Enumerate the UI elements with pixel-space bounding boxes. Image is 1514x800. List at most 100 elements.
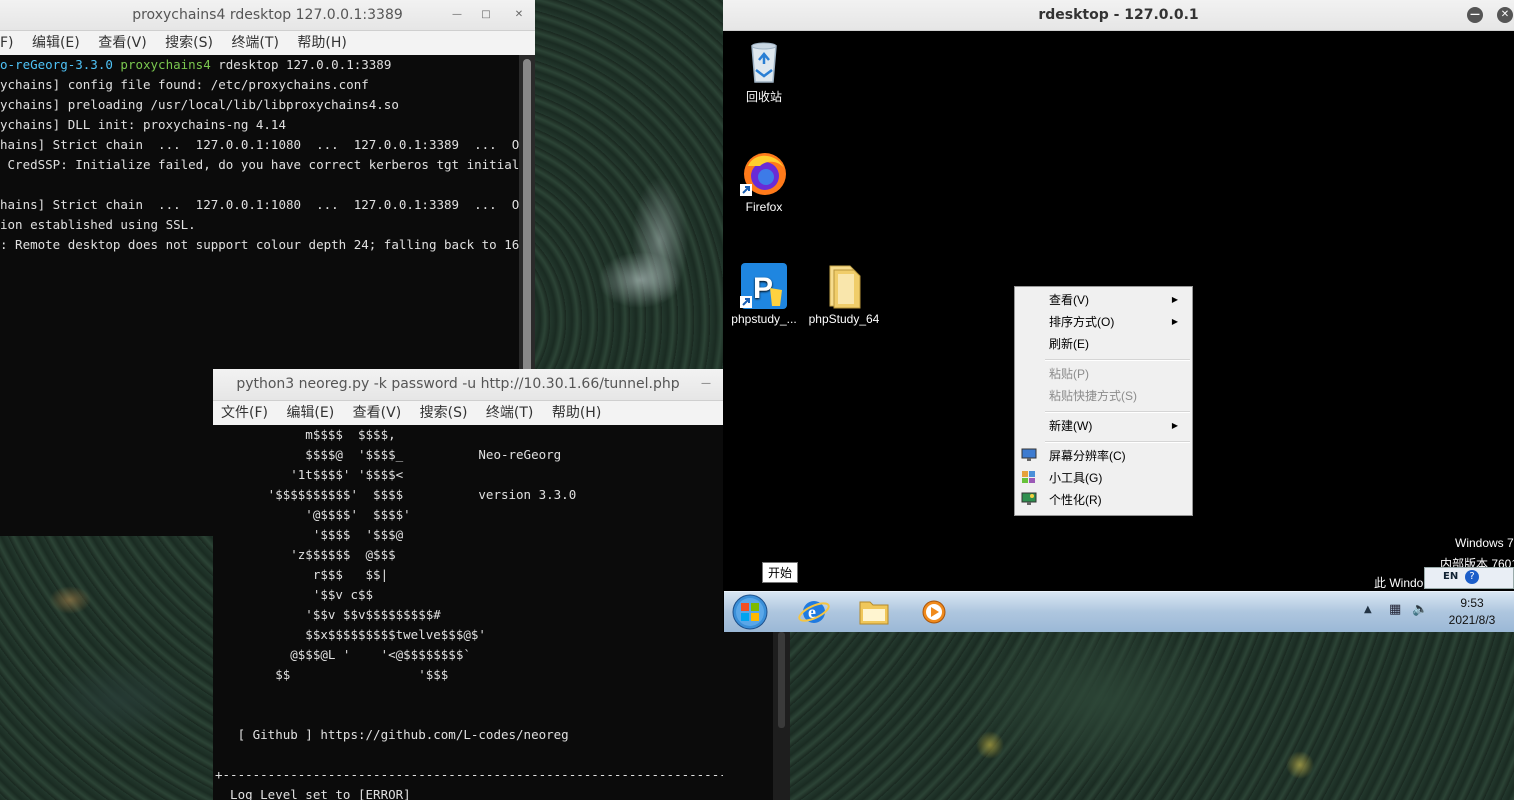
- close-icon[interactable]: ✕: [1497, 7, 1513, 23]
- context-menu-personalize[interactable]: 个性化(R): [1049, 490, 1184, 510]
- menu-edit[interactable]: 编辑(E): [286, 401, 334, 425]
- terminal-line: ychains] config file found: /etc/proxych…: [0, 77, 369, 92]
- terminal-menubar: F) 编辑(E) 查看(V) 搜索(S) 终端(T) 帮助(H): [0, 31, 535, 55]
- menu-separator: [1045, 359, 1190, 361]
- menu-terminal[interactable]: 终端(T): [231, 31, 278, 55]
- desktop-icon-firefox[interactable]: Firefox: [728, 150, 800, 214]
- show-hidden-icons-icon[interactable]: ▲: [1364, 604, 1372, 615]
- terminal-line: ychains] DLL init: proxychains-ng 4.14: [0, 117, 286, 132]
- terminal-line: '1t$$$$' '$$$$<: [215, 467, 404, 482]
- terminal-line: '$$v c$$: [215, 587, 374, 602]
- windows-taskbar: e ▲ ▦ 🔈 9:53 2021/8/3: [724, 591, 1514, 632]
- menu-help[interactable]: 帮助(H): [552, 401, 601, 425]
- terminal-line: 'z$$$$$$ @$$$: [215, 547, 396, 562]
- menu-file[interactable]: F): [0, 31, 14, 55]
- context-menu-screen-resolution[interactable]: 屏幕分辨率(C): [1049, 446, 1184, 466]
- menu-file[interactable]: 文件(F): [221, 401, 268, 425]
- terminal-line: r$$$ $$|: [215, 567, 389, 582]
- menu-item-label: 排序方式(O): [1049, 315, 1115, 329]
- terminal-line: $$$$@ '$$$$_ Neo-reGeorg: [215, 447, 562, 462]
- windows-orb-icon: [732, 594, 768, 630]
- clock-time: 9:53: [1460, 596, 1484, 610]
- volume-icon[interactable]: 🔈: [1412, 602, 1428, 617]
- terminal-line: '$$v $$v$$$$$$$$$#: [215, 607, 441, 622]
- prompt-dir: o-reGeorg-3.3.0: [0, 57, 113, 72]
- terminal-menubar: 文件(F) 编辑(E) 查看(V) 搜索(S) 终端(T) 帮助(H): [213, 401, 723, 425]
- menu-edit[interactable]: 编辑(E): [32, 31, 80, 55]
- context-menu-paste: 粘贴(P): [1049, 364, 1184, 384]
- close-icon[interactable]: ✕: [510, 6, 528, 24]
- terminal-line: Log Level set to [ERROR]: [215, 787, 411, 800]
- personalize-icon: [1021, 492, 1037, 506]
- terminal-line: [ Github ] https://github.com/L-codes/ne…: [215, 727, 569, 742]
- menu-search[interactable]: 搜索(S): [165, 31, 213, 55]
- window-title: rdesktop - 127.0.0.1: [1038, 7, 1199, 23]
- taskbar-media-player-button[interactable]: [917, 596, 951, 628]
- menu-item-label: 粘贴快捷方式(S): [1049, 389, 1137, 403]
- terminal-line: @$$$@L ' '<@$$$$$$$$`: [215, 647, 471, 662]
- phpstudy-icon: P: [740, 262, 788, 310]
- menu-search[interactable]: 搜索(S): [420, 401, 468, 425]
- windows-watermark-line3: 此 Windo: [1374, 576, 1424, 590]
- gadgets-icon: [1021, 470, 1037, 484]
- file-explorer-icon: [859, 601, 889, 625]
- terminal-prompt-line: o-reGeorg-3.3.0 proxychains4 rdesktop 12…: [0, 55, 519, 75]
- help-icon[interactable]: ?: [1465, 570, 1479, 584]
- minimize-icon[interactable]: —: [697, 375, 715, 393]
- terminal-line: CredSSP: Initialize failed, do you have …: [0, 157, 519, 172]
- context-menu-view[interactable]: 查看(V) ▶: [1049, 290, 1184, 310]
- minimize-icon[interactable]: —: [448, 6, 466, 24]
- menu-item-label: 刷新(E): [1049, 337, 1089, 351]
- submenu-arrow-icon: ▶: [1171, 295, 1178, 304]
- terminal-scrollbar[interactable]: [773, 632, 790, 800]
- desktop-icon-label: Firefox: [745, 200, 783, 214]
- window-titlebar[interactable]: proxychains4 rdesktop 127.0.0.1:3389 — □…: [0, 0, 535, 31]
- window-title: python3 neoreg.py -k password -u http://…: [236, 376, 680, 392]
- menu-separator: [1045, 441, 1190, 443]
- terminal-line: hains] Strict chain ... 127.0.0.1:1080 .…: [0, 197, 519, 212]
- context-menu-gadgets[interactable]: 小工具(G): [1049, 468, 1184, 488]
- desktop-icon-label: phpstudy_...: [731, 312, 797, 326]
- terminal-line: +---------------------------------------…: [215, 767, 723, 782]
- minimize-icon[interactable]: —: [1467, 7, 1483, 23]
- menu-view[interactable]: 查看(V): [353, 401, 402, 425]
- menu-terminal[interactable]: 终端(T): [486, 401, 533, 425]
- desktop-icon-label: phpStudy_64: [808, 312, 880, 326]
- prompt-args: rdesktop 127.0.0.1:3389: [210, 57, 392, 72]
- language-indicator[interactable]: EN: [1443, 571, 1458, 582]
- svg-text:P: P: [753, 272, 773, 305]
- desktop-icon-phpstudy[interactable]: P phpstudy_...: [728, 262, 800, 326]
- scrollbar-thumb[interactable]: [778, 632, 785, 728]
- network-icon[interactable]: ▦: [1389, 602, 1401, 617]
- context-menu-new[interactable]: 新建(W) ▶: [1049, 416, 1184, 436]
- window-titlebar[interactable]: rdesktop - 127.0.0.1 — ✕: [723, 0, 1514, 31]
- menu-item-label: 个性化(R): [1049, 493, 1102, 507]
- terminal-window-neoreg-extension: [723, 632, 790, 800]
- terminal-window-neoreg[interactable]: python3 neoreg.py -k password -u http://…: [213, 369, 723, 800]
- window-titlebar[interactable]: python3 neoreg.py -k password -u http://…: [213, 369, 723, 401]
- menu-item-label: 小工具(G): [1049, 471, 1103, 485]
- desktop-icon-recycle-bin[interactable]: 回收站: [728, 38, 800, 105]
- taskbar-explorer-button[interactable]: [857, 596, 891, 628]
- menu-view[interactable]: 查看(V): [98, 31, 147, 55]
- terminal-output[interactable]: m$$$$ $$$$, $$$$@ '$$$$_ Neo-reGeorg '1t…: [213, 425, 723, 800]
- maximize-icon[interactable]: □: [477, 6, 495, 24]
- taskbar-ie-button[interactable]: e: [797, 596, 831, 628]
- start-tooltip: 开始: [762, 562, 799, 583]
- terminal-line: m$$$$ $$$$,: [215, 427, 396, 442]
- context-menu-sort[interactable]: 排序方式(O) ▶: [1049, 312, 1184, 332]
- context-menu-paste-shortcut: 粘贴快捷方式(S): [1049, 386, 1184, 406]
- desktop-context-menu: 查看(V) ▶ 排序方式(O) ▶ 刷新(E) 粘贴(P) 粘贴快捷方式(S) …: [1014, 286, 1193, 516]
- terminal-line: ion established using SSL.: [0, 217, 196, 232]
- context-menu-refresh[interactable]: 刷新(E): [1049, 334, 1184, 354]
- desktop-icon-phpstudy64-folder[interactable]: phpStudy_64: [808, 262, 880, 326]
- menu-help[interactable]: 帮助(H): [297, 31, 346, 55]
- screen-resolution-icon: [1021, 448, 1037, 462]
- system-clock[interactable]: 9:53 2021/8/3: [1432, 595, 1512, 629]
- start-button[interactable]: [730, 593, 770, 631]
- terminal-line: ychains] preloading /usr/local/lib/libpr…: [0, 97, 399, 112]
- language-bar[interactable]: EN ?: [1424, 567, 1514, 589]
